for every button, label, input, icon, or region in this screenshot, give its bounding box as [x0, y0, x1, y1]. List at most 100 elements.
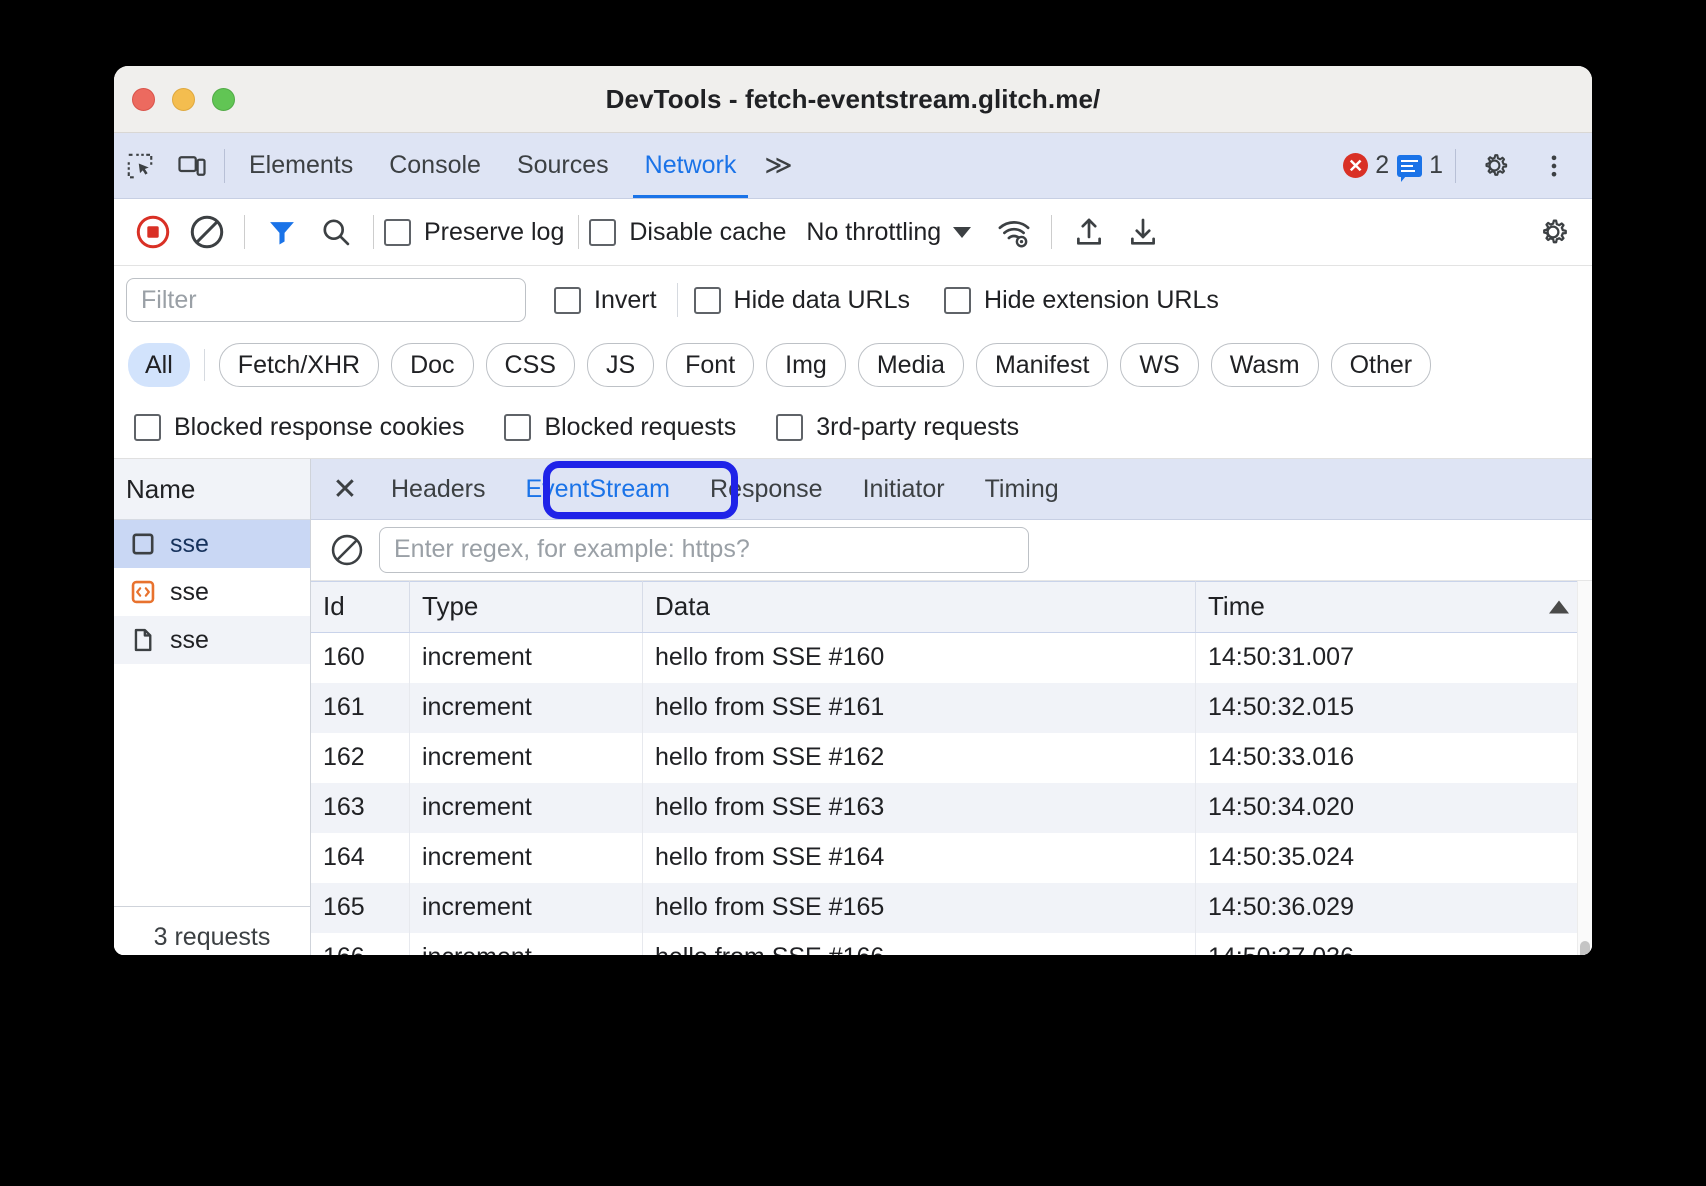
page-icon	[130, 627, 156, 653]
request-row-sse-script[interactable]: sse	[114, 568, 310, 616]
devtools-tab-network[interactable]: Network	[627, 133, 755, 198]
preserve-log-box[interactable]	[384, 219, 411, 246]
throttling-dropdown[interactable]: No throttling	[806, 218, 971, 247]
cell-data: hello from SSE #161	[643, 683, 1196, 733]
window-title: DevTools - fetch-eventstream.glitch.me/	[114, 84, 1592, 115]
toolbar-divider-2	[373, 215, 374, 249]
type-pill-media[interactable]: Media	[858, 343, 964, 387]
requests-name-column-header[interactable]: Name	[114, 459, 310, 520]
cell-type: increment	[410, 683, 643, 733]
request-row-sse-document[interactable]: sse	[114, 520, 310, 568]
detail-tab-timing[interactable]: Timing	[965, 459, 1079, 519]
minimize-window-button[interactable]	[172, 88, 195, 111]
table-row[interactable]: 165 increment hello from SSE #165 14:50:…	[311, 883, 1592, 933]
column-header-time[interactable]: Time	[1196, 581, 1592, 632]
type-pill-font[interactable]: Font	[666, 343, 754, 387]
close-window-button[interactable]	[132, 88, 155, 111]
type-pill-ws[interactable]: WS	[1120, 343, 1198, 387]
hide-extension-urls-label: Hide extension URLs	[984, 286, 1219, 315]
devtools-tab-sources[interactable]: Sources	[499, 133, 627, 198]
detail-tab-eventstream[interactable]: EventStream	[506, 459, 691, 519]
detail-tab-headers[interactable]: Headers	[371, 459, 506, 519]
request-row-label: sse	[170, 626, 209, 655]
hide-data-urls-box[interactable]	[694, 287, 721, 314]
download-har-icon[interactable]	[1116, 205, 1170, 259]
detail-tab-response[interactable]: Response	[690, 459, 843, 519]
clear-icon[interactable]	[180, 205, 234, 259]
inspect-element-icon[interactable]	[114, 140, 166, 192]
type-pill-all[interactable]: All	[128, 343, 190, 387]
blocked-response-cookies-checkbox[interactable]: Blocked response cookies	[134, 413, 464, 442]
table-row[interactable]: 163 increment hello from SSE #163 14:50:…	[311, 783, 1592, 833]
cell-time: 14:50:33.016	[1196, 733, 1592, 783]
column-header-data[interactable]: Data	[643, 581, 1196, 632]
eventstream-table: Id Type Data Time 160	[311, 581, 1592, 955]
zoom-window-button[interactable]	[212, 88, 235, 111]
type-pill-doc[interactable]: Doc	[391, 343, 473, 387]
type-pill-wasm[interactable]: Wasm	[1211, 343, 1319, 387]
message-lines	[1401, 160, 1418, 175]
cell-type: increment	[410, 783, 643, 833]
cell-time: 14:50:32.015	[1196, 683, 1592, 733]
third-party-requests-box[interactable]	[776, 414, 803, 441]
kebab-menu-icon[interactable]	[1528, 140, 1580, 192]
hide-extension-urls-checkbox[interactable]: Hide extension URLs	[944, 286, 1219, 315]
table-row[interactable]: 164 increment hello from SSE #164 14:50:…	[311, 833, 1592, 883]
type-pill-other[interactable]: Other	[1331, 343, 1432, 387]
cell-id: 162	[311, 733, 410, 783]
search-icon[interactable]	[309, 205, 363, 259]
hide-data-urls-checkbox[interactable]: Hide data URLs	[694, 286, 910, 315]
device-toolbar-icon[interactable]	[166, 140, 218, 192]
disable-cache-box[interactable]	[589, 219, 616, 246]
close-icon[interactable]: ✕	[319, 463, 371, 515]
cell-data: hello from SSE #166	[643, 933, 1196, 955]
scrollbar-thumb[interactable]	[1580, 941, 1590, 955]
network-settings-gear-icon[interactable]	[1526, 205, 1580, 259]
error-badge[interactable]: ✕ 2	[1343, 151, 1389, 180]
filter-input[interactable]: Filter	[126, 278, 526, 322]
throttling-value: No throttling	[806, 218, 941, 247]
request-row-sse-page[interactable]: sse	[114, 616, 310, 664]
hide-extension-urls-box[interactable]	[944, 287, 971, 314]
type-pill-js[interactable]: JS	[587, 343, 654, 387]
eventstream-regex-input[interactable]: Enter regex, for example: https?	[379, 527, 1029, 573]
cell-data: hello from SSE #163	[643, 783, 1196, 833]
type-pill-css[interactable]: CSS	[486, 343, 575, 387]
cell-time: 14:50:34.020	[1196, 783, 1592, 833]
wifi-settings-icon[interactable]	[987, 205, 1041, 259]
cell-type: increment	[410, 833, 643, 883]
more-tabs-chevron-icon[interactable]: ≫	[754, 133, 802, 198]
disable-cache-checkbox[interactable]: Disable cache	[589, 218, 786, 247]
disable-cache-label: Disable cache	[629, 218, 786, 247]
gear-icon[interactable]	[1468, 140, 1520, 192]
invert-box[interactable]	[554, 287, 581, 314]
detail-tab-initiator[interactable]: Initiator	[843, 459, 965, 519]
invert-checkbox[interactable]: Invert	[554, 286, 657, 315]
eventstream-table-body: 160 increment hello from SSE #160 14:50:…	[311, 632, 1592, 955]
preserve-log-checkbox[interactable]: Preserve log	[384, 218, 564, 247]
devtools-tab-elements[interactable]: Elements	[231, 133, 371, 198]
record-stop-icon[interactable]	[126, 205, 180, 259]
table-row[interactable]: 162 increment hello from SSE #162 14:50:…	[311, 733, 1592, 783]
message-badge[interactable]: 1	[1397, 151, 1443, 180]
filter-icon[interactable]	[255, 205, 309, 259]
devtools-tab-console[interactable]: Console	[371, 133, 499, 198]
type-pill-img[interactable]: Img	[766, 343, 846, 387]
column-header-id[interactable]: Id	[311, 581, 410, 632]
eventstream-vertical-scrollbar[interactable]	[1577, 581, 1592, 955]
upload-har-icon[interactable]	[1062, 205, 1116, 259]
table-row[interactable]: 160 increment hello from SSE #160 14:50:…	[311, 632, 1592, 683]
blocked-requests-checkbox[interactable]: Blocked requests	[504, 413, 736, 442]
blocked-requests-box[interactable]	[504, 414, 531, 441]
type-pill-manifest[interactable]: Manifest	[976, 343, 1108, 387]
type-pill-fetch-xhr[interactable]: Fetch/XHR	[219, 343, 379, 387]
resource-type-pills: All Fetch/XHR Doc CSS JS Font Img Media …	[114, 334, 1592, 396]
error-x-icon: ✕	[1343, 153, 1368, 178]
column-header-type[interactable]: Type	[410, 581, 643, 632]
blocked-response-cookies-box[interactable]	[134, 414, 161, 441]
table-row[interactable]: 161 increment hello from SSE #161 14:50:…	[311, 683, 1592, 733]
clear-icon[interactable]	[329, 532, 365, 568]
table-row[interactable]: 166 increment hello from SSE #166 14:50:…	[311, 933, 1592, 955]
third-party-requests-checkbox[interactable]: 3rd-party requests	[776, 413, 1019, 442]
detail-tabstrip: ✕ Headers EventStream Response Initiator…	[311, 459, 1592, 520]
